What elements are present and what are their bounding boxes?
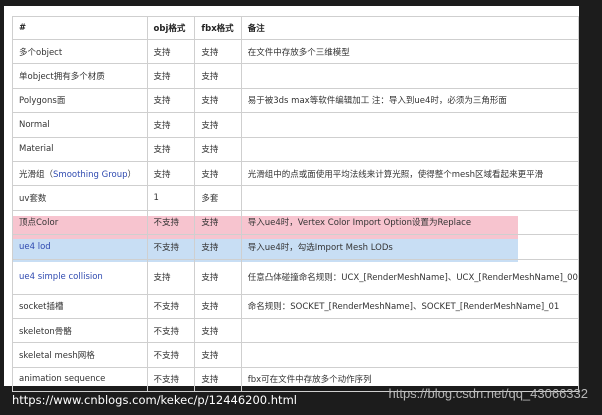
obj-cell: 支持 — [146, 258, 196, 295]
note-cell — [240, 185, 580, 211]
note-cell: 任意凸体碰撞命名规则：UCX_[RenderMeshName]、UCX_[Ren… — [240, 258, 580, 295]
obj-cell: 不支持 — [146, 293, 196, 319]
table-row: ue4 simple collision 支持 支持 任意凸体碰撞命名规则：UC… — [12, 258, 580, 295]
obj-cell: 不支持 — [146, 366, 196, 393]
feature-cell: socket插槽 — [12, 293, 148, 319]
fbx-cell: 支持 — [194, 293, 242, 319]
fbx-cell: 支持 — [194, 258, 242, 295]
table-row: 单object拥有多个材质 支持 支持 — [12, 63, 580, 89]
feature-cell: animation sequence — [12, 366, 148, 393]
fbx-cell: 支持 — [194, 38, 242, 65]
note-cell — [240, 136, 580, 162]
fbx-cell: 支持 — [194, 366, 242, 393]
header-row: # obj格式 fbx格式 备注 — [12, 16, 580, 40]
table-row: Material 支持 支持 — [12, 136, 580, 162]
note-cell — [240, 63, 580, 89]
feature-cell: Material — [12, 136, 148, 162]
watermark-text: https://blog.csdn.net/qq_43066332 — [388, 386, 589, 401]
fbx-cell: 支持 — [194, 112, 242, 138]
fbx-cell: 支持 — [194, 209, 242, 236]
obj-cell: 支持 — [146, 38, 196, 65]
fbx-cell: 支持 — [194, 342, 242, 368]
table-row: 多个object 支持 支持 在文件中存放多个三维模型 — [12, 38, 580, 65]
header-note: 备注 — [240, 16, 580, 40]
obj-cell: 不支持 — [146, 317, 196, 344]
note-cell: 光滑组中的点或面使用平均法线来计算光照，使得整个mesh区域看起来更平滑 — [240, 160, 580, 187]
obj-cell: 支持 — [146, 112, 196, 138]
source-url-link[interactable]: https://www.cnblogs.com/kekec/p/12446200… — [12, 393, 297, 407]
header-obj: obj格式 — [146, 16, 196, 40]
note-cell: 导入ue4时，Vertex Color Import Option设置为Repl… — [240, 209, 580, 236]
table-row: skeleton骨骼 不支持 支持 — [12, 317, 580, 344]
feature-cell: ue4 lod — [12, 234, 148, 260]
format-comparison-table: # obj格式 fbx格式 备注 多个object 支持 支持 在文件中存放多个… — [12, 16, 580, 393]
note-cell: 易于被3ds max等软件编辑加工 注：导入到ue4时，必须为三角形面 — [240, 87, 580, 114]
note-cell: 在文件中存放多个三维模型 — [240, 38, 580, 65]
feature-cell: ue4 simple collision — [12, 258, 148, 295]
feature-cell: 顶点Color — [12, 209, 148, 236]
feature-cell: Polygons面 — [12, 87, 148, 114]
feature-blue-text: Smoothing Group — [53, 169, 128, 180]
fbx-cell: 支持 — [194, 63, 242, 89]
fbx-cell: 支持 — [194, 317, 242, 344]
table-row: Normal 支持 支持 — [12, 112, 580, 138]
table-row: socket插槽 不支持 支持 命名规则：SOCKET_[RenderMeshN… — [12, 293, 580, 319]
note-cell: 导入ue4时，勾选Import Mesh LODs — [240, 234, 580, 260]
feature-cell: 多个object — [12, 38, 148, 65]
note-cell — [240, 342, 580, 368]
obj-cell: 支持 — [146, 63, 196, 89]
obj-cell: 支持 — [146, 87, 196, 114]
obj-cell: 支持 — [146, 160, 196, 187]
table-row-vertex-color: 顶点Color 不支持 支持 导入ue4时，Vertex Color Impor… — [12, 209, 580, 236]
fbx-cell: 支持 — [194, 87, 242, 114]
obj-cell: 不支持 — [146, 342, 196, 368]
note-cell — [240, 112, 580, 138]
obj-cell: 1 — [146, 185, 196, 211]
feature-prefix: 光滑组（ — [19, 169, 54, 180]
table-row: Polygons面 支持 支持 易于被3ds max等软件编辑加工 注：导入到u… — [12, 87, 580, 114]
obj-cell: 支持 — [146, 136, 196, 162]
table-row: skeletal mesh网格 不支持 支持 — [12, 342, 580, 368]
table-row-ue4-lod: ue4 lod 不支持 支持 导入ue4时，勾选Import Mesh LODs — [12, 234, 580, 260]
feature-cell: skeleton骨骼 — [12, 317, 148, 344]
feature-cell: 光滑组（Smoothing Group） — [12, 160, 148, 187]
fbx-cell: 支持 — [194, 234, 242, 260]
screenshot-sheet: # obj格式 fbx格式 备注 多个object 支持 支持 在文件中存放多个… — [4, 6, 580, 393]
fbx-cell: 支持 — [194, 136, 242, 162]
feature-cell: Normal — [12, 112, 148, 138]
feature-suffix: ） — [127, 169, 137, 180]
feature-cell: uv套数 — [12, 185, 148, 211]
feature-cell: 单object拥有多个材质 — [12, 63, 148, 89]
table-row: 光滑组（Smoothing Group） 支持 支持 光滑组中的点或面使用平均法… — [12, 160, 580, 187]
note-cell: 命名规则：SOCKET_[RenderMeshName]、SOCKET_[Ren… — [240, 293, 580, 319]
fbx-cell: 多套 — [194, 185, 242, 211]
fbx-cell: 支持 — [194, 160, 242, 187]
header-feature: # — [12, 16, 148, 40]
obj-cell: 不支持 — [146, 209, 196, 236]
obj-cell: 不支持 — [146, 234, 196, 260]
feature-cell: skeletal mesh网格 — [12, 342, 148, 368]
note-cell — [240, 317, 580, 344]
table-row: uv套数 1 多套 — [12, 185, 580, 211]
header-fbx: fbx格式 — [194, 16, 242, 40]
